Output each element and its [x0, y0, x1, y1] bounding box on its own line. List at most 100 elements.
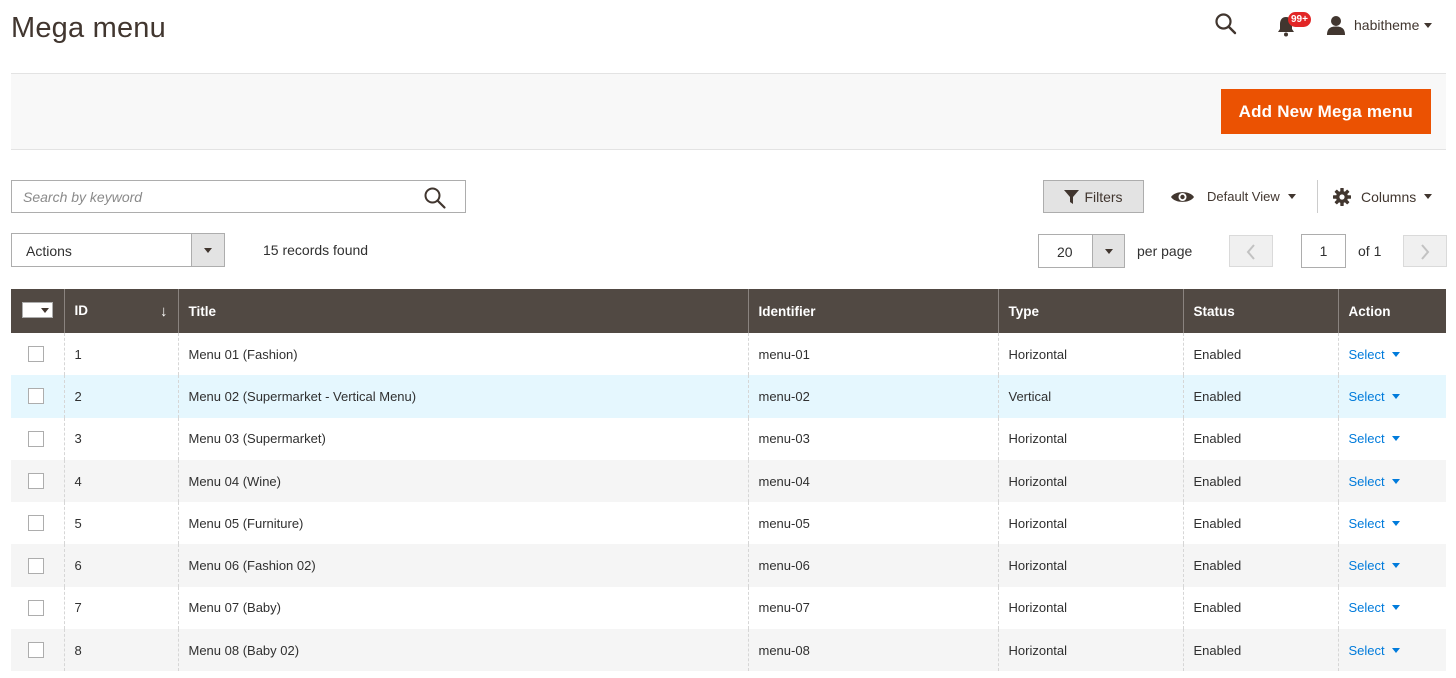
cell-title: Menu 01 (Fashion) — [177, 333, 748, 376]
cell-title: Menu 06 (Fashion 02) — [177, 544, 748, 587]
cell-status: Enabled — [1182, 417, 1338, 460]
row-checkbox[interactable] — [28, 388, 44, 405]
cell-identifier: menu-05 — [747, 502, 998, 545]
row-checkbox[interactable] — [28, 430, 44, 447]
table-row[interactable]: 5 Menu 05 (Furniture) menu-05 Horizontal… — [11, 502, 1446, 545]
search-input[interactable] — [12, 181, 412, 212]
cell-type: Horizontal — [997, 333, 1183, 376]
chevron-down-icon — [38, 303, 52, 317]
cell-type: Horizontal — [997, 459, 1183, 503]
cell-action: Select — [1337, 459, 1446, 503]
select-label: Select — [1348, 642, 1385, 658]
search-icon[interactable] — [1214, 12, 1240, 38]
table-row[interactable]: 7 Menu 07 (Baby) menu-07 Horizontal Enab… — [11, 586, 1446, 630]
row-checkbox[interactable] — [28, 473, 44, 490]
cell-id: 3 — [63, 417, 178, 460]
cell-action: Select — [1337, 502, 1446, 545]
mass-select-header — [11, 289, 64, 333]
cell-id: 4 — [63, 459, 178, 503]
row-action-select[interactable]: Select — [1349, 516, 1400, 531]
column-header-identifier[interactable]: Identifier — [747, 289, 998, 333]
cell-action: Select — [1337, 375, 1446, 418]
previous-page-button[interactable] — [1229, 235, 1273, 267]
toolbar-divider — [1317, 180, 1318, 213]
page-title: Mega menu — [11, 12, 166, 44]
cell-title: Menu 02 (Supermarket - Vertical Menu) — [177, 375, 748, 418]
chevron-down-icon — [1391, 478, 1400, 484]
row-action-select[interactable]: Select — [1349, 643, 1400, 658]
row-checkbox[interactable] — [28, 599, 44, 616]
notifications-button[interactable]: 99+ — [1276, 12, 1311, 38]
chevron-right-icon — [1421, 244, 1430, 260]
cell-action: Select — [1337, 333, 1446, 376]
column-header-status[interactable]: Status — [1182, 289, 1338, 333]
table-row[interactable]: 4 Menu 04 (Wine) menu-04 Horizontal Enab… — [11, 459, 1446, 503]
cell-id: 2 — [63, 375, 178, 418]
columns-button[interactable]: Columns — [1333, 183, 1433, 210]
cell-action: Select — [1337, 544, 1446, 587]
cell-action: Select — [1337, 586, 1446, 630]
cell-status: Enabled — [1182, 459, 1338, 503]
row-action-select[interactable]: Select — [1349, 600, 1400, 615]
cell-identifier: menu-01 — [747, 333, 998, 376]
cell-status: Enabled — [1182, 375, 1338, 418]
row-action-select[interactable]: Select — [1349, 431, 1400, 446]
table-row[interactable]: 8 Menu 08 (Baby 02) menu-08 Horizontal E… — [11, 629, 1446, 672]
row-checkbox[interactable] — [28, 642, 44, 659]
column-header-title[interactable]: Title — [177, 289, 748, 333]
page-actions-bar: Add New Mega menu — [11, 73, 1446, 150]
chevron-down-icon — [1391, 605, 1400, 611]
table-row[interactable]: 3 Menu 03 (Supermarket) menu-03 Horizont… — [11, 417, 1446, 460]
row-checkbox[interactable] — [28, 515, 44, 532]
grid-header-row: ID ↓ Title Identifier Type Status Action — [11, 289, 1446, 333]
cell-id: 7 — [63, 586, 178, 630]
cell-title: Menu 05 (Furniture) — [177, 502, 748, 545]
cell-status: Enabled — [1182, 629, 1338, 672]
mass-select-checkbox[interactable] — [22, 302, 53, 318]
notification-count-badge: 99+ — [1288, 12, 1311, 27]
select-label: Select — [1348, 600, 1385, 616]
row-select-cell — [11, 459, 64, 503]
row-checkbox[interactable] — [28, 346, 44, 363]
user-menu[interactable]: habitheme — [1326, 12, 1451, 38]
sort-arrow-icon: ↓ — [160, 302, 168, 320]
column-header-id[interactable]: ID ↓ — [63, 289, 178, 333]
table-row[interactable]: 2 Menu 02 (Supermarket - Vertical Menu) … — [11, 375, 1446, 418]
page-total: of 1 — [1358, 243, 1382, 259]
mega-menu-grid: ID ↓ Title Identifier Type Status Action … — [11, 289, 1446, 672]
select-label: Select — [1348, 473, 1385, 489]
select-label: Select — [1348, 346, 1385, 362]
current-page-input[interactable] — [1301, 234, 1346, 268]
table-row[interactable]: 1 Menu 01 (Fashion) menu-01 Horizontal E… — [11, 333, 1446, 376]
cell-type: Horizontal — [997, 629, 1183, 672]
view-label: Default View — [1207, 189, 1280, 204]
search-submit-icon[interactable] — [423, 186, 447, 210]
select-label: Select — [1348, 515, 1385, 531]
chevron-down-icon — [1391, 520, 1400, 526]
select-label: Select — [1348, 558, 1385, 574]
user-icon — [1327, 16, 1345, 35]
row-action-select[interactable]: Select — [1349, 347, 1400, 362]
cell-id: 5 — [63, 502, 178, 545]
chevron-down-icon — [1391, 351, 1400, 357]
select-label: Select — [1348, 431, 1385, 447]
view-switcher[interactable]: Default View — [1170, 183, 1296, 210]
row-checkbox[interactable] — [28, 557, 44, 574]
column-header-type[interactable]: Type — [997, 289, 1183, 333]
row-action-select[interactable]: Select — [1349, 474, 1400, 489]
mass-actions-dropdown[interactable]: Actions — [11, 233, 225, 267]
row-action-select[interactable]: Select — [1349, 389, 1400, 404]
cell-title: Menu 03 (Supermarket) — [177, 417, 748, 460]
cell-action: Select — [1337, 417, 1446, 460]
next-page-button[interactable] — [1403, 235, 1447, 267]
table-row[interactable]: 6 Menu 06 (Fashion 02) menu-06 Horizonta… — [11, 544, 1446, 587]
filters-label: Filters — [1084, 188, 1123, 205]
chevron-down-icon — [1424, 22, 1433, 28]
per-page-select[interactable]: 20 — [1038, 234, 1125, 268]
cell-type: Horizontal — [997, 586, 1183, 630]
filters-button[interactable]: Filters — [1043, 180, 1144, 213]
cell-id: 1 — [63, 333, 178, 376]
add-new-mega-menu-button[interactable]: Add New Mega menu — [1220, 89, 1431, 134]
row-action-select[interactable]: Select — [1349, 558, 1400, 573]
chevron-down-icon — [1391, 647, 1400, 653]
